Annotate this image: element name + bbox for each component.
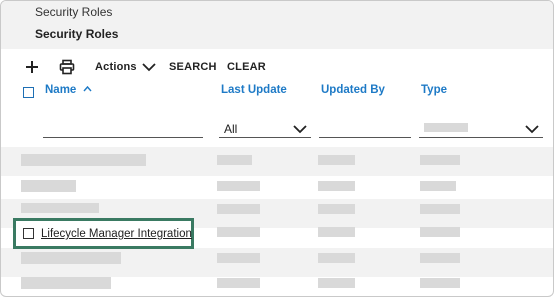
redacted-cell [420, 181, 456, 191]
redacted-cell [420, 204, 460, 214]
add-button[interactable] [25, 49, 47, 84]
chevron-down-icon [142, 62, 156, 71]
role-link-lifecycle-manager-integration[interactable]: Lifecycle Manager Integration [41, 228, 192, 240]
redacted-cell [21, 154, 146, 166]
search-button[interactable]: SEARCH [169, 49, 217, 84]
redacted-cell [217, 253, 260, 263]
security-roles-panel: Security Roles Security Roles Actions SE… [0, 0, 554, 297]
redacted-cell [420, 278, 460, 288]
redacted-cell [21, 277, 111, 289]
redacted-cell [21, 180, 76, 192]
last-update-filter-value: All [224, 122, 238, 136]
toolbar: Actions SEARCH CLEAR [1, 49, 553, 84]
redacted-cell [318, 227, 355, 237]
column-header-type[interactable]: Type [421, 84, 447, 96]
column-header-name[interactable]: Name [45, 84, 92, 96]
plus-icon [26, 60, 38, 73]
redacted-cell [21, 203, 99, 213]
clear-label: CLEAR [227, 60, 266, 73]
printer-icon [59, 59, 75, 74]
chevron-down-icon [525, 125, 539, 134]
redacted-cell [217, 181, 260, 191]
breadcrumb[interactable]: Security Roles [35, 5, 112, 19]
column-header-last-update[interactable]: Last Update [221, 84, 287, 96]
chevron-down-icon [293, 125, 307, 134]
column-name-label: Name [45, 84, 77, 96]
table-row[interactable] [1, 271, 553, 296]
print-button[interactable] [59, 49, 81, 84]
redacted-cell [217, 204, 260, 214]
page-title: Security Roles [35, 27, 119, 41]
name-filter-input[interactable] [43, 113, 203, 139]
caret-up-icon [83, 85, 92, 92]
actions-label: Actions [95, 60, 137, 73]
redacted-cell [217, 155, 252, 165]
redacted-cell [318, 204, 355, 214]
redacted-cell [420, 155, 460, 165]
actions-menu-button[interactable]: Actions [95, 49, 156, 84]
redacted-cell [21, 252, 121, 264]
header-band: Security Roles Security Roles [1, 1, 553, 49]
updated-by-filter-input[interactable] [319, 113, 411, 139]
type-filter-placeholder [424, 123, 468, 132]
type-filter-select[interactable] [419, 113, 543, 139]
filter-row: All [1, 113, 553, 147]
table-row[interactable] [1, 147, 553, 176]
column-header-updated-by[interactable]: Updated By [321, 84, 385, 96]
table-header: Name Last Update Updated By Type [1, 84, 553, 112]
row-checkbox[interactable] [23, 228, 34, 239]
clear-button[interactable]: CLEAR [227, 49, 266, 84]
redacted-cell [420, 253, 460, 263]
redacted-cell [217, 278, 260, 288]
redacted-cell [318, 278, 355, 288]
redacted-cell [420, 227, 460, 237]
redacted-cell [318, 253, 355, 263]
last-update-filter-select[interactable]: All [219, 113, 311, 139]
redacted-cell [318, 155, 355, 165]
redacted-cell [318, 181, 355, 191]
redacted-cell [217, 227, 260, 237]
select-all-checkbox[interactable] [23, 87, 34, 98]
search-label: SEARCH [169, 60, 217, 73]
